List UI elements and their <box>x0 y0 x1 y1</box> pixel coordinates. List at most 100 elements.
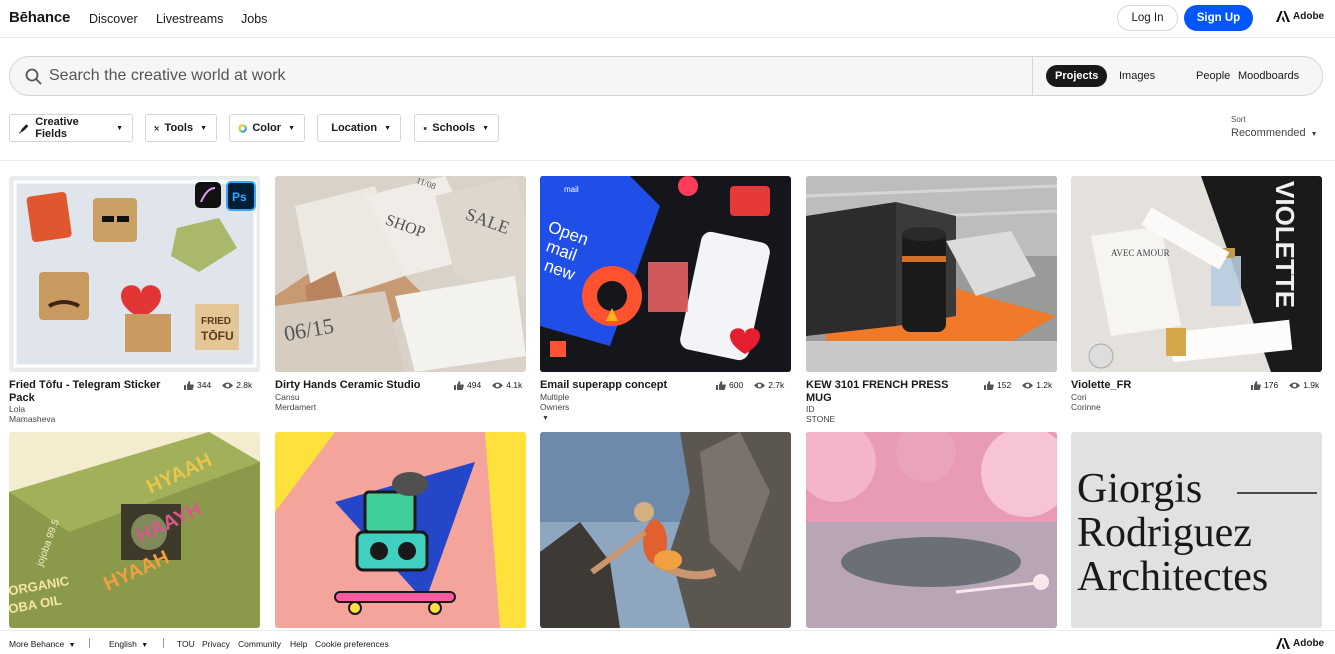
footer-link-help[interactable]: Help <box>290 639 307 649</box>
nav-jobs[interactable]: Jobs <box>241 12 267 26</box>
thumb-text: mail <box>564 185 579 194</box>
project-title[interactable]: Email superapp concept <box>540 379 710 392</box>
filter-label: Color <box>252 122 282 134</box>
sort-dropdown[interactable]: Recommended ▼ <box>1231 127 1318 139</box>
project-title[interactable]: Dirty Hands Ceramic Studio <box>275 379 445 392</box>
nav-livestreams[interactable]: Livestreams <box>156 12 223 26</box>
scope-images[interactable]: Images <box>1110 65 1164 87</box>
footer-adobe-link[interactable]: Adobe <box>1276 638 1324 649</box>
signup-button[interactable]: Sign Up <box>1184 5 1253 31</box>
view-count: 1.2k <box>1036 380 1053 390</box>
project-owner[interactable]: Cansu Merdamert <box>275 392 316 412</box>
project-title[interactable]: Violette_FR <box>1071 379 1241 392</box>
eye-icon <box>754 382 766 388</box>
project-stats: 152 1.2k <box>984 380 1052 390</box>
project-thumbnail[interactable] <box>275 432 526 628</box>
project-stats: 494 4.1k <box>454 380 522 390</box>
search-bar: Projects Images People Moodboards <box>9 56 1323 96</box>
adobe-label: Adobe <box>1293 11 1325 22</box>
filter-schools[interactable]: Schools ▼ <box>414 114 499 142</box>
eye-icon <box>1289 382 1301 388</box>
project-thumbnail[interactable]: Open mail new mail <box>540 176 791 372</box>
project-stats: 344 2.8k <box>184 380 252 390</box>
filter-label: Tools <box>164 122 194 134</box>
footer-link-tou[interactable]: TOU <box>177 639 195 649</box>
thumb-text: Rodriguez <box>1077 510 1252 556</box>
project-stats: 600 2.7k <box>716 380 784 390</box>
project-owner[interactable]: Cori Corinne <box>1071 392 1101 412</box>
footer-link-privacy[interactable]: Privacy <box>202 639 230 649</box>
chevron-down-icon: ▼ <box>68 642 76 649</box>
footer-language[interactable]: English ▼ <box>109 639 148 649</box>
project-thumbnail[interactable] <box>540 432 791 628</box>
like-count: 494 <box>467 380 482 390</box>
footer-separator <box>163 638 164 648</box>
filter-color[interactable]: Color ▼ <box>229 114 305 142</box>
chevron-down-icon: ▼ <box>384 124 391 132</box>
adobe-link[interactable]: Adobe <box>1276 11 1324 22</box>
sort-value: Recommended <box>1231 127 1306 139</box>
filter-creative-fields[interactable]: Creative Fields ▼ <box>9 114 133 142</box>
adobe-logo-icon <box>1276 11 1290 22</box>
thumb-text: AVEC AMOUR <box>1111 248 1170 258</box>
project-title[interactable]: KEW 3101 FRENCH PRESS MUG <box>806 379 976 404</box>
footer-more-behance-label: More Behance <box>9 639 65 649</box>
footer-link-community[interactable]: Community <box>238 639 281 649</box>
thumbs-up-icon <box>454 380 464 390</box>
thumb-text: FRIED <box>201 316 231 327</box>
thumb-text: Ps <box>232 190 247 204</box>
filter-location[interactable]: Location ▼ <box>317 114 401 142</box>
violette-perfume-image: VIOLETTE AVEC AMOUR <box>1071 176 1322 372</box>
behance-logo[interactable]: Bēhance <box>9 9 70 26</box>
chevron-down-icon: ▼ <box>482 124 489 132</box>
footer: More Behance ▼ English ▼ TOU Privacy Com… <box>0 630 1335 654</box>
project-owner[interactable]: Lola Mamasheva <box>9 404 55 424</box>
thumbs-up-icon <box>1251 380 1261 390</box>
view-count: 1.9k <box>1303 380 1320 390</box>
eye-icon <box>492 382 504 388</box>
nav-discover[interactable]: Discover <box>89 12 138 26</box>
robot-skateboard-illustration <box>275 432 526 628</box>
chevron-down-icon: ▼ <box>116 124 123 132</box>
project-owner[interactable]: ID STONE <box>806 404 835 424</box>
filter-label: Creative Fields <box>35 116 79 140</box>
project-thumbnail[interactable]: FRIED TŌFU Ps <box>9 176 260 372</box>
eye-icon <box>1022 382 1034 388</box>
login-button[interactable]: Log In <box>1117 5 1178 31</box>
footer-link-cookie-preferences[interactable]: Cookie preferences <box>315 639 389 649</box>
scope-projects[interactable]: Projects <box>1046 65 1108 87</box>
chevron-down-icon: ▼ <box>1310 131 1318 138</box>
french-press-mug-image <box>806 176 1057 372</box>
footer-more-behance[interactable]: More Behance ▼ <box>9 639 76 649</box>
filter-divider <box>0 160 1335 161</box>
scope-moodboards[interactable]: Moodboards <box>1229 65 1308 87</box>
project-thumbnail[interactable]: HYAAH HAAYH HYAAH jojoba 99.5 ORGANIC OB… <box>9 432 260 628</box>
project-thumbnail[interactable] <box>806 176 1057 372</box>
footer-separator <box>89 638 90 648</box>
filter-label: Location <box>331 122 378 134</box>
architects-logo-image: Giorgis Rodriguez Architectes <box>1071 432 1322 628</box>
project-thumbnail[interactable]: VIOLETTE AVEC AMOUR <box>1071 176 1322 372</box>
ceramic-studio-image: SHOP 11/08 SALE 06/15 <box>275 176 526 372</box>
eye-icon <box>222 382 234 388</box>
thumbs-up-icon <box>984 380 994 390</box>
filter-label: Schools <box>432 122 476 134</box>
top-navigation: Bēhance Discover Livestreams Jobs Log In… <box>0 0 1335 38</box>
thumbs-up-icon <box>716 380 726 390</box>
like-count: 176 <box>1264 380 1279 390</box>
view-count: 4.1k <box>506 380 523 390</box>
filter-tools[interactable]: Tools ▼ <box>145 114 217 142</box>
email-app-image: Open mail new mail <box>540 176 791 372</box>
project-thumbnail[interactable] <box>806 432 1057 628</box>
project-owner[interactable]: Multiple Owners ▼ <box>540 392 569 422</box>
project-thumbnail[interactable]: Giorgis Rodriguez Architectes <box>1071 432 1322 628</box>
project-thumbnail[interactable]: SHOP 11/08 SALE 06/15 <box>275 176 526 372</box>
project-title[interactable]: Fried Tōfu - Telegram Sticker Pack <box>9 379 179 404</box>
like-count: 152 <box>997 380 1012 390</box>
pink-forest-lake-photo <box>806 432 1057 628</box>
project-owner-label: Multiple Owners <box>540 392 570 412</box>
jojoba-oil-packaging-image: HYAAH HAAYH HYAAH jojoba 99.5 ORGANIC OB… <box>9 432 260 628</box>
search-input[interactable] <box>48 57 1028 95</box>
chevron-down-icon: ▼ <box>542 415 549 422</box>
view-count: 2.7k <box>768 380 785 390</box>
